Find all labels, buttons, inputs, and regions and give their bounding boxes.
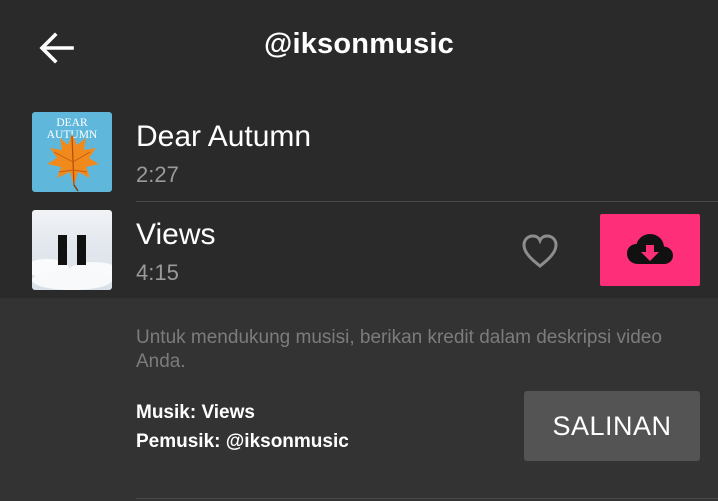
download-button[interactable] xyxy=(600,214,700,286)
row-divider xyxy=(136,498,718,499)
credit-music-line: Musik: Views xyxy=(136,402,255,423)
track-duration: 4:15 xyxy=(136,260,179,285)
track-row-views[interactable]: Views 4:15 xyxy=(0,202,718,300)
track-row-dear-autumn[interactable]: DEAR AUTUMN Dear Autumn 2:27 xyxy=(0,104,718,202)
page-title: @iksonmusic xyxy=(263,28,455,60)
track-title: Dear Autumn xyxy=(136,120,312,153)
favorite-button[interactable] xyxy=(518,230,562,272)
app-header: @iksonmusic xyxy=(0,0,718,96)
album-cover-dear-autumn: DEAR AUTUMN xyxy=(32,112,112,192)
maple-leaf-image xyxy=(47,134,99,192)
track-duration: 2:27 xyxy=(136,162,179,187)
cloud-download-icon xyxy=(627,234,673,264)
credit-artist-line: Pemusik: @iksonmusic xyxy=(136,431,349,452)
album-cover-views[interactable] xyxy=(32,210,112,290)
credit-instruction: Untuk mendukung musisi, berikan kredit d… xyxy=(136,327,662,372)
credit-panel: Untuk mendukung musisi, berikan kredit d… xyxy=(0,298,718,501)
copy-button[interactable]: SALINAN xyxy=(524,391,700,461)
track-title: Views xyxy=(136,218,216,251)
heart-outline-icon xyxy=(522,234,558,269)
pause-icon[interactable] xyxy=(58,235,86,265)
